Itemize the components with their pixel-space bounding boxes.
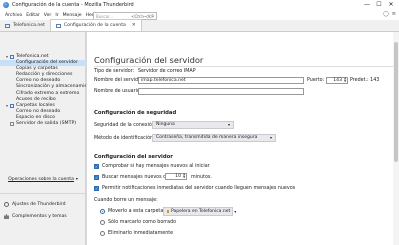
gear-icon [4,202,9,207]
account-operations-button[interactable]: Operaciones sobre la cuenta ▾ [0,176,86,182]
allow-notifications-label: Permitir notificaciones inmediatas del s… [102,186,296,191]
minutes-label: minutos. [191,175,212,180]
scrollbar-thumb[interactable] [394,42,398,162]
account-tree: ▾ Telefonica.net Configuración del servi… [0,54,95,127]
remove-now-label: Eliminarlo inmediatamente [108,231,174,236]
puzzle-icon [4,214,9,219]
server-settings-panel: Configuración del servidor Tipo de servi… [87,32,399,245]
allow-notifications-checkbox[interactable]: ✓ [94,186,99,191]
thunderbird-logo-icon [3,2,9,8]
menu-ir[interactable]: Ir [55,13,58,18]
thunderbird-settings-link[interactable]: Ajustes de Thunderbird [4,202,66,207]
mail-account-icon [10,55,15,59]
minimize-button[interactable]: — [361,1,373,9]
page-title: Configuración del servidor [94,55,204,65]
window-controls: — ☐ ✕ [361,1,397,9]
mail-icon [5,23,10,28]
collapse-arrow-icon[interactable]: ▾ [6,103,8,109]
connection-security-label: Seguridad de la conexión: [94,123,157,128]
auth-method-label: Método de identificación: [94,136,155,141]
chevron-down-icon: ▾ [75,176,78,181]
collapse-arrow-icon[interactable]: ▾ [6,54,8,60]
content-scrollbar[interactable] [393,32,399,245]
check-startup-checkbox[interactable]: ✓ [94,164,99,169]
move-to-radio[interactable] [100,209,105,214]
menu-mensaje[interactable]: Mensaje [63,13,82,18]
check-every-label: Buscar mensajes nuevos cada [102,175,175,180]
port-label: Puerto: [307,78,325,83]
stepper-down-icon[interactable]: ▼ [183,176,186,179]
trash-folder-picker[interactable]: Papelera en Telefonica.net ▾ [163,207,237,216]
menu-editar[interactable]: Editar [26,13,40,18]
account-operations-label: Operaciones sobre la cuenta [8,177,74,182]
remove-now-radio[interactable] [100,231,105,236]
close-tab-icon[interactable]: ✕ [132,23,136,28]
settings-tab-icon [55,23,61,28]
interval-stepper[interactable]: ▲ ▼ [183,173,186,180]
title-bar: Configuración de la cuenta - Mozilla Thu… [0,0,399,10]
settings-link-label: Ajustes de Thunderbird [12,202,66,207]
window-title: Configuración de la cuenta - Mozilla Thu… [12,2,134,8]
sidebar-divider [0,193,86,194]
auth-method-value: Contraseña, transmitida de manera insegu… [156,135,258,140]
account-sidebar: ▾ Telefonica.net Configuración del servi… [0,32,95,245]
search-icon: ⌕ [151,13,154,19]
close-button[interactable]: ✕ [385,1,397,9]
auth-method-select[interactable]: Contraseña, transmitida de manera insegu… [152,134,276,142]
mark-deleted-label: Sólo marcarlo como borrado [108,220,177,225]
tab-label: Configuración de la cuenta [63,23,126,28]
connection-security-value: Ninguna [156,122,175,127]
addons-link-label: Complementos y temas [12,214,67,219]
tab-strip: Telefonica.net Configuración de la cuent… [0,19,399,32]
connection-security-select[interactable]: Ninguna ▾ [152,121,234,129]
search-placeholder: Buscar... [96,13,114,19]
stepper-down-icon[interactable]: ▼ [344,80,347,83]
addons-themes-link[interactable]: Complementos y temas [4,214,67,219]
server-type-label: Tipo de servidor: [94,69,135,74]
check-every-checkbox[interactable]: ✓ [94,175,99,180]
account-icon[interactable]: ◯ [383,11,389,17]
server-type-value: Servidor de correo IMAP [138,69,196,74]
maximize-button[interactable]: ☐ [373,1,385,9]
tree-local-label: Carpetas locales [16,102,55,108]
move-to-label: Moverlo a esta carpeta: [108,209,165,214]
tab-telefonica[interactable]: Telefonica.net [0,20,50,31]
on-delete-label: Cuando borre un mensaje: [94,198,158,203]
server-name-field[interactable]: imap.telefonica.net [138,77,304,84]
username-label: Nombre de usuario: [94,89,142,94]
toolbar-icons: ◯ ≡ [383,11,396,17]
username-field[interactable] [138,88,304,95]
server-settings-heading: Configuración del servidor [94,154,173,160]
menu-ver[interactable]: Ver [44,13,52,18]
tab-label: Telefonica.net [13,23,45,28]
trash-folder-icon [167,209,169,214]
tree-smtp-label: Servidor de salida (SMTP) [16,121,77,127]
tab-account-settings[interactable]: Configuración de la cuenta ✕ [49,19,142,31]
port-stepper[interactable]: ▲ ▼ [344,77,347,84]
check-startup-label: Comprobar si hay mensajes nuevos al inic… [102,164,210,169]
trash-folder-value: Papelera en Telefonica.net [171,209,231,214]
outgoing-server-icon [10,122,15,126]
security-heading: Configuración de seguridad [94,110,177,116]
chevron-down-icon: ▾ [234,209,237,214]
app-menu-icon[interactable]: ≡ [392,11,396,17]
mark-deleted-radio[interactable] [100,220,105,225]
tree-smtp[interactable]: ▾ Servidor de salida (SMTP) [0,121,86,127]
chevron-down-icon: ▾ [227,122,230,127]
menu-archivo[interactable]: Archivo [5,13,22,18]
folder-icon [10,104,15,108]
title-divider [94,66,394,67]
chevron-down-icon: ▾ [269,135,272,140]
server-name-label: Nombre del servidor: [94,78,145,83]
port-default: Predet.: 143 [350,78,380,83]
